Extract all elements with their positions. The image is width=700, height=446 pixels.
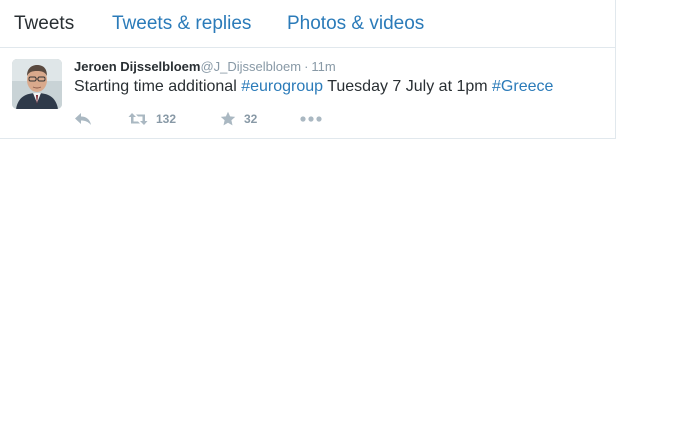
tweet-author-name[interactable]: Jeroen Dijsselbloem	[74, 59, 200, 74]
hashtag-link[interactable]: #eurogroup	[241, 78, 323, 95]
reply-icon	[75, 113, 91, 125]
star-icon	[220, 111, 236, 126]
tweet[interactable]: Jeroen Dijsselbloem@J_Dijsselbloem · 11m S…	[0, 48, 615, 139]
tab-photos-and-videos[interactable]: Photos & videos	[287, 12, 424, 36]
profile-tabs: Tweets Tweets & replies Photos & videos	[0, 0, 615, 48]
more-button[interactable]	[300, 110, 322, 128]
hashtag-link[interactable]: #Greece	[492, 78, 553, 95]
tweet-author-handle[interactable]: @J_Dijsselbloem	[200, 59, 301, 74]
more-icon	[300, 116, 322, 122]
retweet-button[interactable]: 132	[128, 110, 176, 128]
tweet-text-part: Tuesday 7 July at 1pm	[323, 78, 493, 95]
retweet-count: 132	[156, 112, 177, 126]
tab-tweets[interactable]: Tweets	[14, 12, 74, 36]
profile-timeline: Tweets Tweets & replies Photos & videos …	[0, 0, 616, 139]
avatar[interactable]	[12, 59, 62, 109]
tweet-text: Starting time additional #eurogroup Tues…	[74, 77, 553, 97]
avatar-image	[12, 59, 62, 109]
favorite-button[interactable]: 32	[220, 110, 257, 128]
retweet-icon	[128, 113, 148, 125]
tweet-header: Jeroen Dijsselbloem@J_Dijsselbloem · 11m	[74, 58, 336, 75]
tweet-timestamp[interactable]: 11m	[311, 59, 335, 74]
reply-button[interactable]	[74, 110, 92, 128]
tweet-text-part: Starting time additional	[74, 78, 242, 95]
favorite-count: 32	[244, 112, 258, 126]
tab-tweets-and-replies[interactable]: Tweets & replies	[112, 12, 251, 36]
tweet-actions: 132 32	[74, 110, 374, 128]
tweet-separator: ·	[304, 59, 309, 74]
